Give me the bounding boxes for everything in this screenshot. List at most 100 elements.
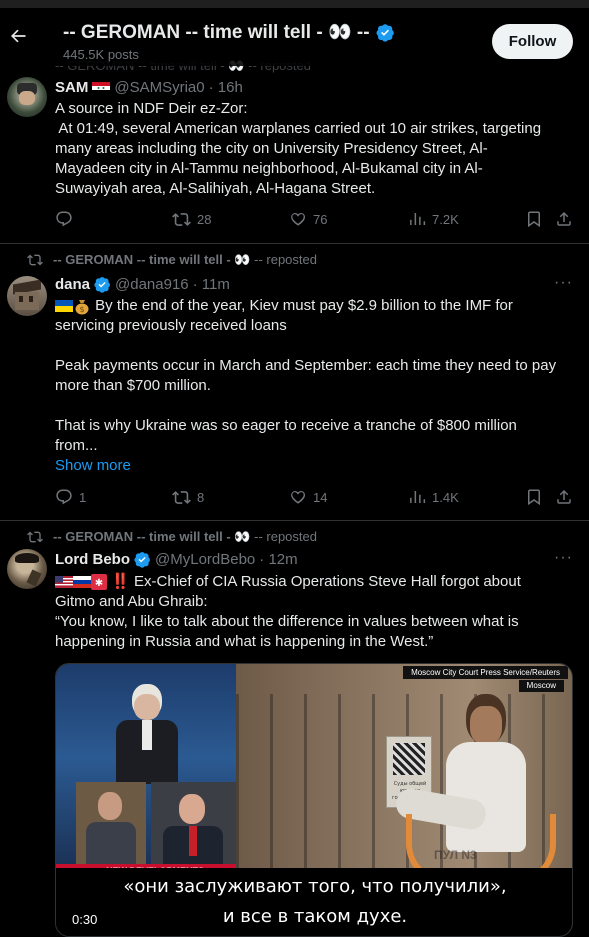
tweet-text: $ By the end of the year, Kiev must pay …	[55, 296, 577, 476]
share-button[interactable]	[555, 488, 573, 506]
more-options-icon[interactable]: ···	[554, 274, 573, 292]
text-content: By the end of the year, Kiev must pay $2…	[95, 297, 513, 314]
bookmark-button[interactable]	[525, 488, 543, 506]
reply-icon	[56, 489, 72, 505]
repost-button[interactable]: 8	[172, 488, 204, 507]
news-panel	[56, 664, 236, 874]
text-line: servicing previously received loans	[55, 317, 287, 334]
tweet-text: ✱ ‼️ Ex-Chief of CIA Russia Operations S…	[55, 572, 577, 652]
avatar[interactable]	[7, 276, 47, 316]
timestamp[interactable]: · 11m	[193, 276, 230, 293]
text-line: happening in Russia and what is happenin…	[55, 633, 434, 650]
views-button[interactable]: 7.2K	[408, 210, 459, 228]
post-count: 445.5K posts	[63, 47, 139, 62]
share-button[interactable]	[555, 210, 573, 228]
text-line: At 01:49, several American warplanes car…	[55, 120, 542, 137]
tweet-actions: 28 76 7.2K	[55, 210, 577, 230]
tweet-sam[interactable]: SAM @SAMSyria0 · 16h A source in NDF Dei…	[0, 66, 589, 244]
bookmark-icon	[528, 211, 540, 228]
heart-icon	[291, 212, 306, 226]
follow-button[interactable]: Follow	[492, 24, 573, 59]
text-line: from...	[55, 437, 98, 454]
money-bag-icon: $	[75, 300, 89, 315]
ukraine-flag-icon	[55, 300, 73, 313]
repost-icon	[27, 531, 43, 543]
reply-button[interactable]: 1	[55, 488, 86, 506]
tweet-header: dana @dana916 · 11m	[55, 276, 230, 293]
back-button[interactable]	[4, 22, 32, 50]
verified-badge-icon	[134, 552, 150, 568]
verified-badge-icon	[376, 23, 394, 42]
repost-button[interactable]: 28	[172, 210, 211, 229]
reposter-emoji: 👀	[234, 529, 251, 544]
like-button[interactable]: 14	[289, 488, 327, 506]
heart-icon	[291, 490, 306, 504]
reply-count: 1	[79, 489, 87, 505]
arrow-left-icon	[11, 29, 26, 43]
repost-count: 28	[197, 212, 212, 227]
repost-label: -- reposted	[254, 252, 317, 267]
video-subtitles: «они заслуживают того, что получили», и …	[56, 868, 572, 936]
text-line: Mayadeen city in Al-Tammu neighborhood, …	[55, 160, 483, 177]
repost-context[interactable]: -- GEROMAN -- time will tell - 👀 -- repo…	[27, 252, 317, 268]
handle[interactable]: @dana916	[115, 276, 189, 293]
verified-badge-icon	[94, 277, 110, 293]
watermark: ПУЛ N3	[434, 848, 477, 862]
japanese-secret-icon: ✱	[91, 574, 107, 591]
display-name[interactable]: dana	[55, 276, 90, 293]
repost-icon	[172, 491, 191, 504]
media-location: Moscow	[518, 680, 564, 692]
more-options-icon[interactable]: ···	[554, 549, 573, 567]
text-line: Suwayiyah area, Al-Salihiyah, Al-Hagana …	[55, 180, 376, 197]
like-count: 76	[313, 211, 328, 227]
media-credit: Moscow City Court Press Service/Reuters	[403, 666, 568, 679]
views-chart-icon	[410, 213, 426, 225]
video-player[interactable]: NEW DEVELOPMENTS Суды общей юрисди город…	[55, 663, 573, 937]
display-name[interactable]: Lord Bebo	[55, 551, 130, 568]
text-line: Peak payments occur in March and Septemb…	[55, 357, 557, 374]
bookmark-button[interactable]	[525, 210, 543, 228]
tweet-header: Lord Bebo @MyLordBebo · 12m	[55, 551, 298, 568]
reposter-name: -- GEROMAN -- time will tell -	[53, 529, 231, 544]
avatar[interactable]	[7, 549, 47, 589]
repost-context[interactable]: -- GEROMAN -- time will tell - 👀 -- repo…	[27, 529, 317, 545]
reply-button[interactable]	[55, 210, 79, 228]
svg-text:$: $	[79, 305, 84, 314]
subtitle-line: «они заслуживают того, что получили»,	[123, 876, 507, 897]
text-line: many areas including the city on Univers…	[55, 140, 488, 157]
reposter-name: -- GEROMAN -- time will tell -	[53, 252, 231, 267]
text-line: That is why Ukraine was so eager to rece…	[55, 417, 517, 434]
tweet-dana[interactable]: -- GEROMAN -- time will tell - 👀 -- repo…	[0, 244, 589, 521]
profile-title: -- GEROMAN -- time will tell - 👀 --	[63, 22, 370, 43]
guest-right-panel	[151, 782, 236, 872]
repost-count: 8	[197, 490, 205, 505]
svg-text:✱: ✱	[95, 578, 103, 589]
video-duration: 0:30	[68, 912, 102, 927]
reposter-emoji: 👀	[234, 252, 251, 267]
avatar[interactable]	[7, 77, 47, 117]
timestamp[interactable]: · 12m	[259, 551, 297, 568]
display-name[interactable]: SAM	[55, 79, 88, 96]
subtitle-line: и все в таком духе.	[222, 906, 408, 927]
handle[interactable]: @MyLordBebo	[155, 551, 255, 568]
russia-flag-icon	[73, 576, 91, 589]
views-button[interactable]: 1.4K	[408, 488, 459, 506]
timestamp[interactable]: · 16h	[209, 79, 243, 96]
syria-flag-icon	[92, 81, 111, 94]
share-icon	[557, 489, 571, 504]
handle[interactable]: @SAMSyria0	[114, 79, 204, 96]
text-line: “You know, I like to talk about the diff…	[55, 613, 519, 630]
show-more-link[interactable]: Show more	[55, 456, 577, 476]
share-icon	[557, 211, 571, 226]
text-content: ‼️ Ex-Chief of CIA Russia Operations Ste…	[111, 573, 521, 590]
repost-icon	[172, 213, 191, 226]
anchor-figure	[116, 684, 178, 784]
like-count: 14	[313, 489, 328, 505]
repost-label: -- reposted	[254, 529, 317, 544]
reply-icon	[56, 211, 72, 227]
tweet-header: SAM @SAMSyria0 · 16h	[55, 79, 243, 96]
like-button[interactable]: 76	[289, 210, 327, 228]
guest-left-panel	[76, 782, 146, 872]
text-line: $ By the end of the year, Kiev must pay …	[55, 296, 577, 316]
